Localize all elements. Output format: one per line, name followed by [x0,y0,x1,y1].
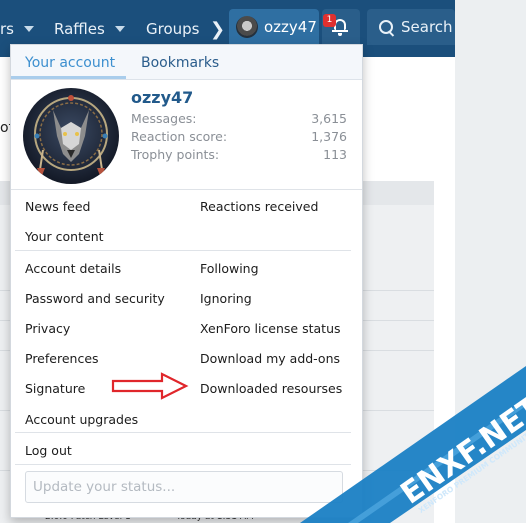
stat-value-messages[interactable]: 3,615 [311,111,347,126]
menu-tabs: Your account Bookmarks [11,45,362,80]
menu-link-password-security[interactable]: Password and security [25,291,165,306]
menu-link-download-addons[interactable]: Download my add-ons [200,351,340,366]
menu-link-preferences[interactable]: Preferences [25,351,99,366]
page-side-background [455,0,526,523]
menu-link-following[interactable]: Following [200,261,259,276]
nav-item-cut[interactable]: rs [0,17,34,41]
nav-item-raffles[interactable]: Raffles [54,17,125,41]
menu-link-license-status[interactable]: XenForo license status [200,321,341,336]
profile-username[interactable]: ozzy47 [131,88,193,107]
stat-value-reaction-score[interactable]: 1,376 [311,129,347,144]
chevron-down-icon[interactable] [23,26,34,32]
account-username: ozzy47 [264,18,317,36]
avatar[interactable] [23,88,119,184]
nav-item-label: Groups [146,20,200,38]
active-tab-indicator [11,76,126,79]
annotation-arrow-icon [111,372,189,400]
stat-label-messages: Messages: [131,111,197,126]
chevron-right-icon[interactable]: ❯ [210,19,225,40]
menu-link-account-details[interactable]: Account details [25,261,121,276]
nav-item-groups[interactable]: Groups [146,17,199,41]
menu-link-news-feed[interactable]: News feed [25,199,90,214]
avatar [236,16,258,38]
divider [15,464,351,465]
menu-link-your-content[interactable]: Your content [25,229,104,244]
stat-value-trophy-points[interactable]: 113 [323,147,347,162]
nav-item-label: rs [0,20,14,38]
chevron-down-icon[interactable] [114,26,125,32]
logout-link[interactable]: Log out [25,443,72,458]
tab-your-account[interactable]: Your account [25,55,115,71]
divider [15,250,351,251]
tab-bookmarks[interactable]: Bookmarks [141,55,219,71]
status-update-input[interactable]: Update your status... [25,471,343,503]
search-button[interactable]: Search [367,9,455,45]
divider [15,432,351,433]
stat-label-trophy-points: Trophy points: [131,147,220,162]
profile-summary: ozzy47 Messages: 3,615 Reaction score: 1… [11,80,362,190]
account-dropdown-menu: Your account Bookmarks ozzy47 Messages: … [10,44,363,518]
status-placeholder: Update your status... [33,479,176,495]
menu-link-privacy[interactable]: Privacy [25,321,70,336]
nav-item-label: Raffles [54,20,105,38]
stat-label-reaction-score: Reaction score: [131,129,228,144]
search-icon [379,19,395,37]
search-label: Search [401,18,453,36]
menu-link-signature[interactable]: Signature [25,381,85,396]
menu-link-downloaded-resources[interactable]: Downloaded resourses [200,381,342,396]
bell-icon-base [332,30,348,32]
menu-link-reactions-received[interactable]: Reactions received [200,199,318,214]
account-menu-tab[interactable]: ozzy47 [229,9,319,45]
bell-icon-clapper [338,33,342,36]
alerts-tab[interactable]: 1 [322,9,360,45]
menu-link-account-upgrades[interactable]: Account upgrades [25,412,138,427]
menu-link-ignoring[interactable]: Ignoring [200,291,252,306]
alert-count-badge: 1 [323,14,336,27]
